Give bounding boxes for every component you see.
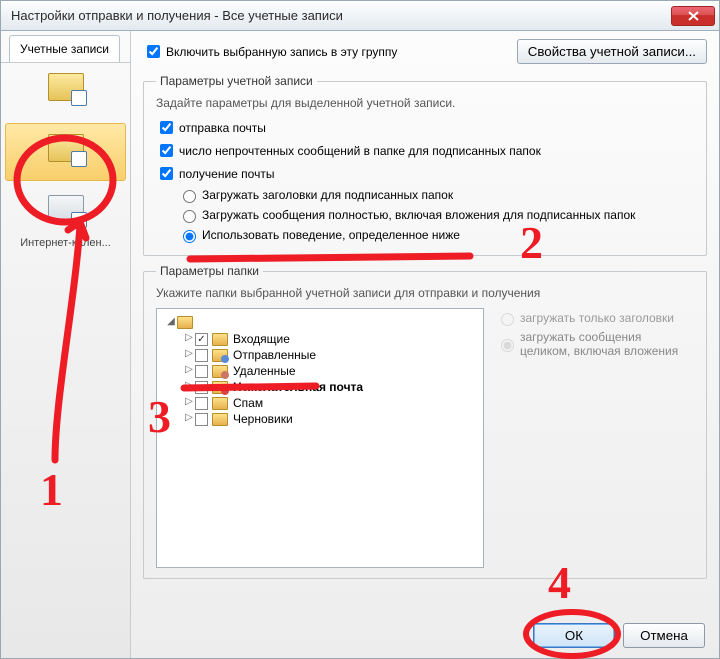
expand-icon[interactable]: ▷ xyxy=(183,333,195,345)
folder-icon xyxy=(212,413,228,426)
dialog-window: Настройки отправки и получения - Все уче… xyxy=(0,0,720,659)
radio-headers-only-label: Загружать заголовки для подписанных папо… xyxy=(202,188,453,202)
folder-block: ◢ ▷ Входящие ▷ Отправленные ▷ Удаленные ▷ Нежел… xyxy=(156,308,694,568)
expand-icon[interactable]: ▷ xyxy=(183,381,195,393)
tree-item[interactable]: ▷ Удаленные xyxy=(183,363,479,379)
folder-checkbox[interactable] xyxy=(195,381,208,394)
unread-count-label: число непрочтенных сообщений в папке для… xyxy=(179,144,541,158)
close-button[interactable] xyxy=(671,6,715,26)
folder-icon xyxy=(212,349,228,362)
folder-icon xyxy=(212,333,228,346)
radio-headers xyxy=(501,313,514,326)
radio-headers-label: загружать только заголовки xyxy=(520,311,674,325)
titlebar: Настройки отправки и получения - Все уче… xyxy=(1,1,719,31)
account-icon xyxy=(48,73,84,101)
receive-mail-label: получение почты xyxy=(179,167,274,181)
calendar-icon xyxy=(48,195,84,223)
folder-checkbox[interactable] xyxy=(195,365,208,378)
sidebar-tab-accounts[interactable]: Учетные записи xyxy=(9,35,120,62)
folder-checkbox[interactable] xyxy=(195,333,208,346)
folder-checkbox[interactable] xyxy=(195,349,208,362)
window-title: Настройки отправки и получения - Все уче… xyxy=(11,8,671,23)
folder-tree[interactable]: ◢ ▷ Входящие ▷ Отправленные ▷ Удаленные ▷ Нежел… xyxy=(156,308,484,568)
expand-icon[interactable]: ▷ xyxy=(183,349,195,361)
radio-custom-behavior[interactable] xyxy=(183,230,196,243)
tree-item[interactable]: ▷ Входящие xyxy=(183,331,479,347)
dialog-footer: ОК Отмена xyxy=(533,623,705,648)
folder-checkbox[interactable] xyxy=(195,413,208,426)
send-mail-checkbox[interactable] xyxy=(160,121,173,134)
tree-root[interactable]: ◢ xyxy=(165,315,479,330)
folder-params-group: Параметры папки Укажите папки выбранной … xyxy=(143,264,707,579)
folder-icon xyxy=(177,316,193,329)
accounts-list: Интернет-кален... xyxy=(1,62,130,622)
tree-item[interactable]: ▷ Спам xyxy=(183,395,479,411)
send-mail-label: отправка почты xyxy=(179,121,266,135)
radio-full-messages[interactable] xyxy=(183,210,196,223)
dialog-body: Учетные записи Интернет-кален... xyxy=(1,31,719,658)
expand-icon[interactable]: ▷ xyxy=(183,413,195,425)
account-params-legend: Параметры учетной записи xyxy=(156,74,317,88)
main-panel: Включить выбранную запись в эту группу С… xyxy=(131,31,719,658)
account-item[interactable] xyxy=(1,63,130,119)
folder-icon xyxy=(212,381,228,394)
folder-options: загружать только заголовки загружать соо… xyxy=(484,308,694,568)
tree-item[interactable]: ▷ Отправленные xyxy=(183,347,479,363)
include-label: Включить выбранную запись в эту группу xyxy=(166,45,517,59)
folder-label: Входящие xyxy=(233,332,290,346)
sidebar: Учетные записи Интернет-кален... xyxy=(1,31,131,658)
account-item-selected[interactable] xyxy=(5,123,126,181)
folder-checkbox[interactable] xyxy=(195,397,208,410)
folder-icon xyxy=(212,365,228,378)
account-item[interactable]: Интернет-кален... xyxy=(1,185,130,253)
receive-mode-radio-group: Загружать заголовки для подписанных папо… xyxy=(178,185,694,245)
folder-icon xyxy=(212,397,228,410)
radio-full xyxy=(501,339,514,352)
account-properties-button[interactable]: Свойства учетной записи... xyxy=(517,39,707,64)
folder-label: Нежелательная почта xyxy=(233,380,363,394)
expand-icon[interactable]: ▷ xyxy=(183,365,195,377)
collapse-icon[interactable]: ◢ xyxy=(165,317,177,329)
account-icon xyxy=(48,134,84,162)
folder-params-hint: Укажите папки выбранной учетной записи д… xyxy=(156,286,694,300)
folder-params-legend: Параметры папки xyxy=(156,264,263,278)
cancel-button[interactable]: Отмена xyxy=(623,623,705,648)
close-icon xyxy=(688,11,699,21)
top-row: Включить выбранную запись в эту группу С… xyxy=(143,39,707,64)
unread-count-checkbox[interactable] xyxy=(160,144,173,157)
account-label: Интернет-кален... xyxy=(20,237,111,249)
expand-icon[interactable]: ▷ xyxy=(183,397,195,409)
folder-label: Черновики xyxy=(233,412,293,426)
ok-button[interactable]: ОК xyxy=(533,623,615,648)
account-params-hint: Задайте параметры для выделенной учетной… xyxy=(156,96,694,110)
include-checkbox[interactable] xyxy=(147,45,160,58)
tree-item[interactable]: ▷ Нежелательная почта xyxy=(183,379,479,395)
radio-full-label: загружать сообщения целиком, включая вло… xyxy=(520,330,694,358)
folder-label: Удаленные xyxy=(233,364,296,378)
folder-label: Спам xyxy=(233,396,263,410)
folder-label: Отправленные xyxy=(233,348,316,362)
receive-mail-checkbox[interactable] xyxy=(160,167,173,180)
tree-item[interactable]: ▷ Черновики xyxy=(183,411,479,427)
radio-custom-behavior-label: Использовать поведение, определенное ниж… xyxy=(202,228,460,242)
radio-headers-only[interactable] xyxy=(183,190,196,203)
account-params-group: Параметры учетной записи Задайте парамет… xyxy=(143,74,707,256)
radio-full-messages-label: Загружать сообщения полностью, включая в… xyxy=(202,208,635,222)
